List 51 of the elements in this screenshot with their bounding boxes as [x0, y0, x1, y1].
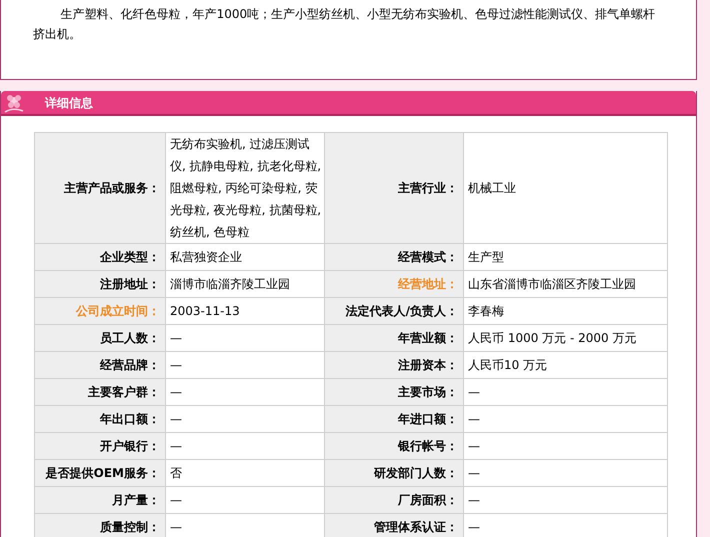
- field-label: 主要市场：: [324, 378, 464, 406]
- field-label: 研发部门人数：: [324, 460, 464, 486]
- section-title: 详细信息: [45, 94, 93, 112]
- field-value: —: [166, 352, 324, 378]
- field-label: 开户银行：: [34, 432, 166, 460]
- field-label: 主营产品或服务：: [34, 132, 166, 244]
- field-label: 月产量：: [34, 486, 166, 514]
- field-value: —: [464, 460, 668, 486]
- field-label: 经营品牌：: [34, 352, 166, 378]
- field-value: —: [464, 486, 668, 514]
- field-value: —: [464, 406, 668, 432]
- field-label: 银行帐号：: [324, 432, 464, 460]
- field-value: 无纺布实验机, 过滤压测试仪, 抗静电母粒, 抗老化母粒, 阻燃母粒, 丙纶可染母粒, 荧光母粒, 夜光母粒, 抗菌母粒, 纺丝机, 色母粒: [166, 132, 324, 244]
- field-value: 山东省淄博市临淄区齐陵工业园: [464, 270, 668, 298]
- field-label: 法定代表人/负责人：: [324, 298, 464, 324]
- field-value: 否: [166, 460, 324, 486]
- intro-text: 生产塑料、化纤色母粒，年产1000吨；生产小型纺丝机、小型无纺布实验机、色母过滤性能测试仪、排气单螺杆挤出机。: [33, 6, 656, 43]
- field-label: 年进口额：: [324, 406, 464, 432]
- field-value: —: [166, 378, 324, 406]
- field-label: 年出口额：: [34, 406, 166, 432]
- field-value: —: [166, 486, 324, 514]
- field-label: 主要客户群：: [34, 378, 166, 406]
- field-value: 私营独资企业: [166, 244, 324, 270]
- field-value: 淄博市临淄齐陵工业园: [166, 270, 324, 298]
- field-label: 注册地址：: [34, 270, 166, 298]
- field-value: —: [464, 378, 668, 406]
- field-label: 公司成立时间：: [34, 298, 166, 324]
- field-value: —: [464, 514, 668, 537]
- field-label: 管理体系认证：: [324, 514, 464, 537]
- field-value: —: [166, 432, 324, 460]
- field-value: 人民币10 万元: [464, 352, 668, 378]
- field-value: —: [166, 324, 324, 352]
- field-value: —: [166, 406, 324, 432]
- field-label: 注册资本：: [324, 352, 464, 378]
- field-value: —: [464, 432, 668, 460]
- field-value: 人民币 1000 万元 - 2000 万元: [464, 324, 668, 352]
- field-label: 员工人数：: [34, 324, 166, 352]
- field-label: 年营业额：: [324, 324, 464, 352]
- field-label: 经营模式：: [324, 244, 464, 270]
- field-label: 主营行业：: [324, 132, 464, 244]
- field-value: 李春梅: [464, 298, 668, 324]
- field-value: 生产型: [464, 244, 668, 270]
- field-label: 厂房面积：: [324, 486, 464, 514]
- field-value: 2003-11-13: [166, 298, 324, 324]
- field-value: 机械工业: [464, 132, 668, 244]
- field-value: —: [166, 514, 324, 537]
- flower-icon: [3, 92, 25, 112]
- field-label: 质量控制：: [34, 514, 166, 537]
- field-label: 经营地址：: [324, 270, 464, 298]
- field-label: 是否提供OEM服务：: [34, 460, 166, 486]
- field-label: 企业类型：: [34, 244, 166, 270]
